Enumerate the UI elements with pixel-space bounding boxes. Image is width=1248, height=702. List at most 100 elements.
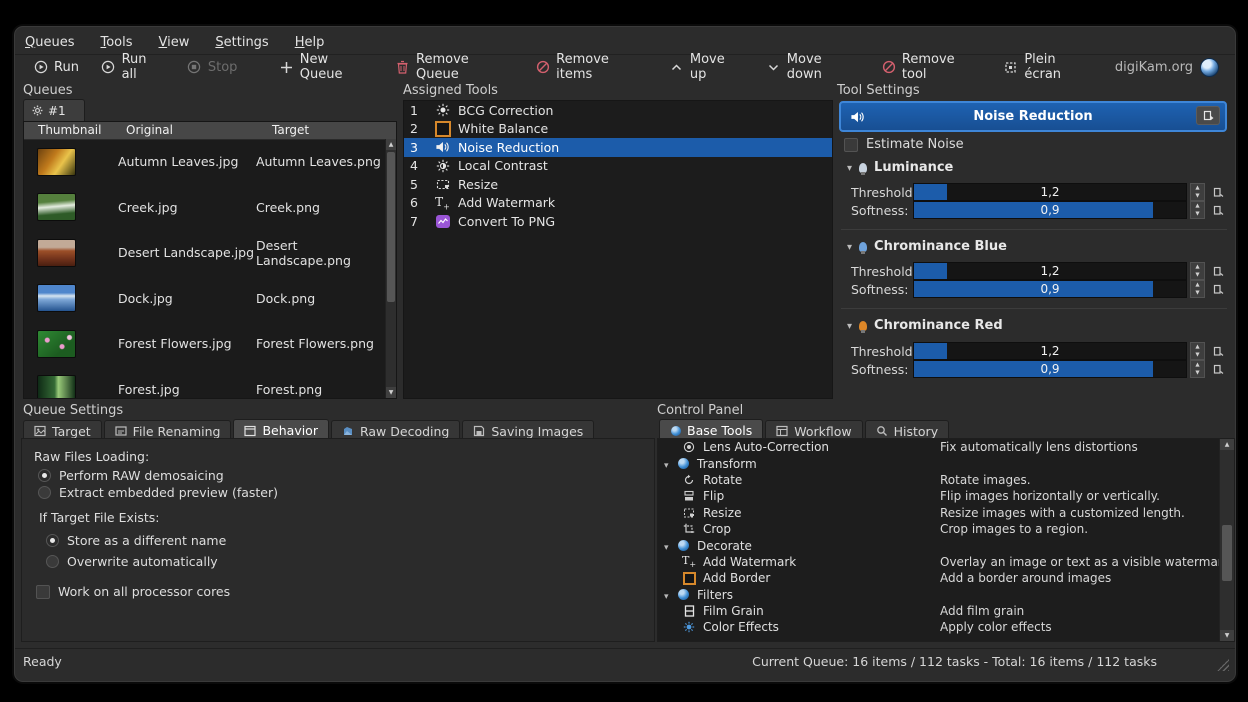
scrollbar-thumb[interactable]: [387, 152, 395, 302]
digikam-brand[interactable]: digiKam.org: [1115, 58, 1225, 77]
spin-down-icon: [1191, 289, 1204, 297]
assigned-tool-bcg-correction[interactable]: 1 BCG Correction: [404, 101, 832, 120]
collapse-icon[interactable]: [847, 239, 852, 254]
plus-icon: [279, 60, 294, 75]
spinbox[interactable]: [1190, 201, 1205, 219]
control-panel-scrollbar[interactable]: ▲ ▼: [1219, 439, 1234, 641]
reset-value-icon[interactable]: [1213, 266, 1224, 277]
tree-item-crop[interactable]: Crop Crop images to a region.: [658, 521, 1234, 537]
tree-item-resize[interactable]: Resize Resize images with a customized l…: [658, 505, 1234, 521]
resize-icon: [682, 506, 696, 519]
thumbnail: [38, 331, 75, 357]
reset-value-icon[interactable]: [1213, 187, 1224, 198]
reset-defaults-button[interactable]: [1196, 106, 1220, 125]
section-chrominance-red[interactable]: Chrominance Red: [847, 318, 1003, 333]
stop-button[interactable]: Stop: [179, 58, 246, 77]
run-button[interactable]: Run: [25, 58, 87, 77]
menu-settings[interactable]: Settings: [215, 35, 268, 50]
radio-overwrite-automatically[interactable]: Overwrite automatically: [46, 554, 218, 569]
move-down-button[interactable]: Move down: [758, 50, 867, 84]
menu-queues[interactable]: Queues: [25, 35, 74, 50]
softness-slider[interactable]: 0,9: [913, 280, 1187, 298]
rename-icon: [115, 425, 127, 437]
expander-icon[interactable]: [664, 588, 674, 602]
tree-item-lens-auto-correction[interactable]: Lens Auto-Correction Fix automatically l…: [658, 439, 1234, 455]
spinbox[interactable]: [1190, 280, 1205, 298]
table-row[interactable]: Autumn Leaves.jpg Autumn Leaves.png: [24, 139, 386, 185]
remove-queue-button[interactable]: Remove Queue: [387, 50, 521, 84]
menu-help[interactable]: Help: [295, 35, 325, 50]
remove-tool-button[interactable]: Remove tool: [873, 50, 989, 84]
reset-value-icon[interactable]: [1213, 364, 1224, 375]
spinbox[interactable]: [1190, 360, 1205, 378]
spinbox[interactable]: [1190, 262, 1205, 280]
assigned-tool-local-contrast[interactable]: 4 Local Contrast: [404, 157, 832, 176]
spinbox[interactable]: [1190, 183, 1205, 201]
tree-item-color-effects[interactable]: Color Effects Apply color effects: [658, 619, 1234, 635]
tree-group-transform[interactable]: Transform: [658, 455, 1234, 471]
tool-settings-panel: Noise Reduction Estimate Noise Luminance…: [837, 100, 1235, 397]
table-row[interactable]: Creek.jpg Creek.png: [24, 185, 386, 231]
move-up-button[interactable]: Move up: [661, 50, 752, 84]
reset-value-icon[interactable]: [1213, 284, 1224, 295]
queue-tab-1[interactable]: #1: [23, 99, 85, 121]
radio-extract-embedded-preview[interactable]: Extract embedded preview (faster): [38, 485, 278, 500]
column-thumbnail[interactable]: Thumbnail: [24, 122, 122, 139]
tree-item-add-border[interactable]: Add Border Add a border around images: [658, 570, 1234, 586]
assigned-tool-add-watermark[interactable]: 6 T+ Add Watermark: [404, 194, 832, 213]
threshold-slider[interactable]: 1,2: [913, 183, 1187, 201]
column-original[interactable]: Original: [122, 122, 268, 139]
assigned-tool-resize[interactable]: 5 Resize: [404, 175, 832, 194]
noise-reduction-icon: [850, 109, 865, 124]
collapse-icon[interactable]: [847, 160, 852, 175]
tree-group-decorate[interactable]: Decorate: [658, 537, 1234, 553]
queue-table-scrollbar[interactable]: ▲ ▼: [385, 139, 396, 398]
checkbox-work-all-cores[interactable]: Work on all processor cores: [36, 584, 230, 599]
fullscreen-button[interactable]: Plein écran: [996, 50, 1103, 84]
estimate-noise-checkbox[interactable]: Estimate Noise: [844, 137, 964, 152]
tree-group-filters[interactable]: Filters: [658, 587, 1234, 603]
section-chrominance-blue[interactable]: Chrominance Blue: [847, 239, 1007, 254]
threshold-slider[interactable]: 1,2: [913, 262, 1187, 280]
tree-item-film-grain[interactable]: Film Grain Add film grain: [658, 603, 1234, 619]
reset-value-icon[interactable]: [1213, 346, 1224, 357]
assigned-tool-convert-to-png[interactable]: 7 Convert To PNG: [404, 212, 832, 231]
run-all-button[interactable]: Run all: [93, 50, 173, 84]
scrollbar-thumb[interactable]: [1222, 525, 1232, 581]
color-effects-icon: [682, 621, 696, 634]
collapse-icon[interactable]: [847, 318, 852, 333]
section-luminance[interactable]: Luminance: [847, 160, 953, 175]
radio-store-different-name[interactable]: Store as a different name: [46, 533, 226, 548]
menu-view[interactable]: View: [159, 35, 190, 50]
tree-item-rotate[interactable]: Rotate Rotate images.: [658, 472, 1234, 488]
table-row[interactable]: Desert Landscape.jpg Desert Landscape.pn…: [24, 230, 386, 276]
resize-grip[interactable]: [1217, 659, 1229, 671]
threshold-slider[interactable]: 1,2: [913, 342, 1187, 360]
reset-value-icon[interactable]: [1213, 205, 1224, 216]
remove-items-button[interactable]: Remove items: [528, 50, 656, 84]
softness-slider[interactable]: 0,9: [913, 360, 1187, 378]
menu-tools[interactable]: Tools: [100, 35, 132, 50]
radio-perform-raw-demosaicing[interactable]: Perform RAW demosaicing: [38, 468, 224, 483]
table-row[interactable]: Forest Flowers.jpg Forest Flowers.png: [24, 321, 386, 367]
radio-icon: [46, 555, 59, 568]
assigned-tool-white-balance[interactable]: 2 White Balance: [404, 120, 832, 139]
scroll-up-icon[interactable]: ▲: [386, 139, 396, 150]
assigned-tool-noise-reduction[interactable]: 3 Noise Reduction: [404, 138, 832, 157]
expander-icon[interactable]: [664, 539, 674, 553]
softness-slider[interactable]: 0,9: [913, 201, 1187, 219]
noise-reduction-icon: [434, 140, 451, 155]
queue-settings-title: Queue Settings: [23, 403, 123, 418]
expander-icon[interactable]: [664, 457, 674, 471]
tree-item-flip[interactable]: Flip Flip images horizontally or vertica…: [658, 488, 1234, 504]
scroll-down-icon[interactable]: ▼: [1220, 630, 1234, 641]
scroll-down-icon[interactable]: ▼: [386, 387, 396, 398]
stop-icon: [187, 60, 202, 75]
scroll-up-icon[interactable]: ▲: [1220, 439, 1234, 450]
table-row[interactable]: Dock.jpg Dock.png: [24, 276, 386, 322]
tree-item-add-watermark[interactable]: T+ Add Watermark Overlay an image or tex…: [658, 554, 1234, 570]
new-queue-button[interactable]: New Queue: [271, 50, 381, 84]
spinbox[interactable]: [1190, 342, 1205, 360]
column-target[interactable]: Target: [268, 122, 313, 139]
table-row[interactable]: Forest.jpg Forest.png: [24, 367, 386, 400]
